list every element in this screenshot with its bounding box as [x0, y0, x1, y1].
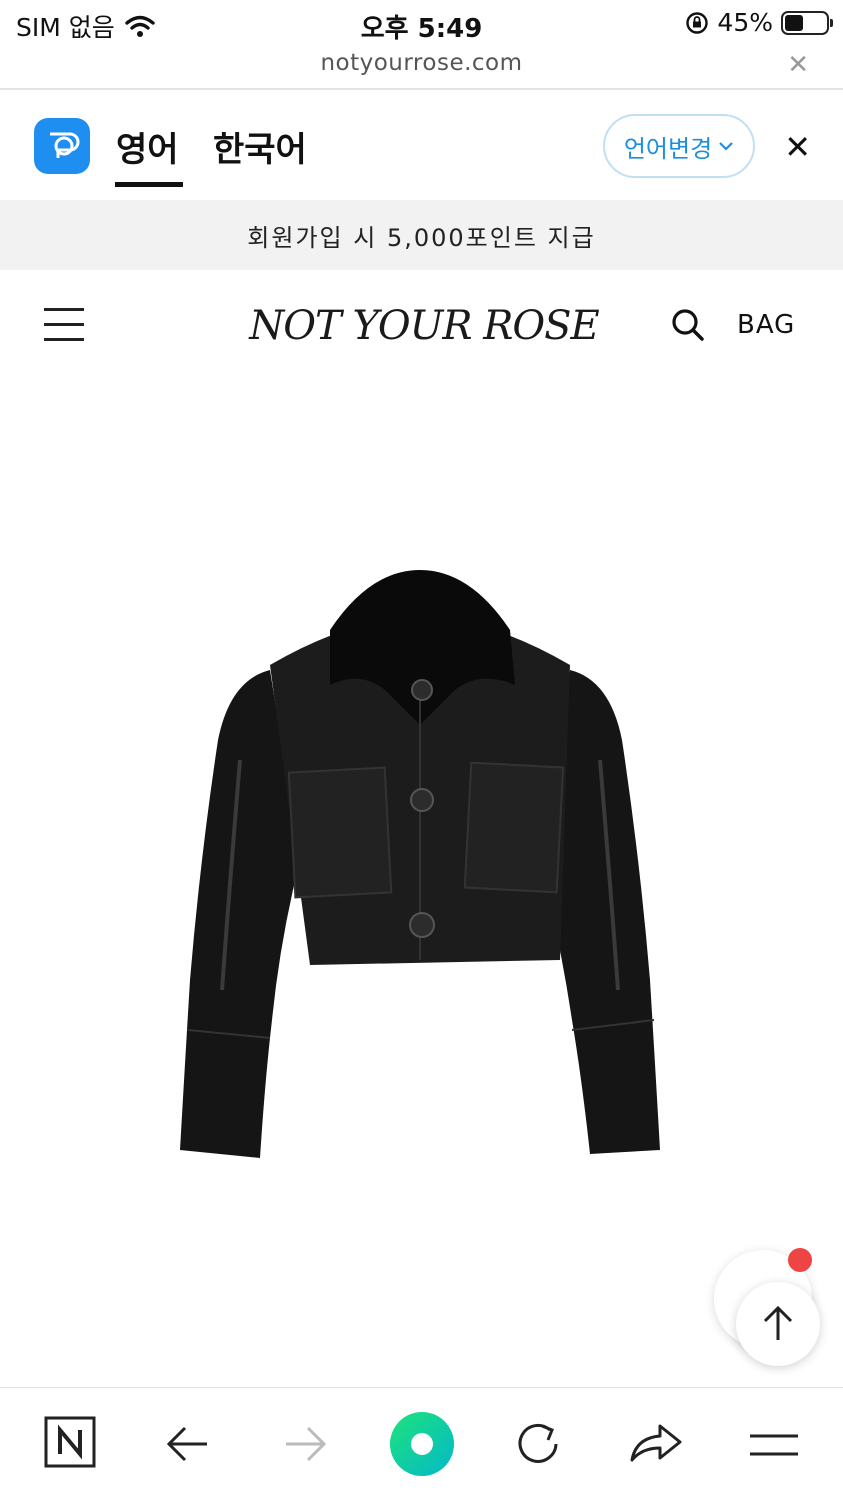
- share-icon[interactable]: [628, 1420, 684, 1464]
- promo-banner[interactable]: 회원가입 시 5,000포인트 지급: [0, 200, 843, 270]
- arrow-right-icon[interactable]: [282, 1424, 328, 1464]
- hamburger-icon[interactable]: [44, 308, 84, 342]
- reload-icon[interactable]: [512, 1418, 564, 1470]
- search-icon[interactable]: [671, 308, 705, 342]
- url-close-icon[interactable]: ✕: [787, 50, 809, 80]
- arrow-left-icon[interactable]: [165, 1424, 211, 1464]
- green-dot-icon[interactable]: [388, 1410, 456, 1478]
- site-logo[interactable]: NOT YOUR ROSE: [246, 296, 602, 356]
- scroll-top-button[interactable]: [736, 1282, 820, 1366]
- translate-bar: 영어 한국어 언어변경 ✕: [0, 92, 843, 200]
- product-image-jacket[interactable]: [160, 560, 680, 1180]
- chevron-down-icon: [719, 142, 733, 151]
- browser-toolbar: [0, 1387, 843, 1500]
- arrow-up-icon: [763, 1305, 793, 1340]
- status-bar: SIM 없음 오후 5:49 45%: [0, 0, 843, 48]
- rotation-lock-icon: [686, 11, 709, 34]
- notification-badge: [788, 1248, 812, 1272]
- change-language-button[interactable]: 언어변경: [603, 114, 755, 178]
- bag-link[interactable]: BAG: [737, 310, 795, 340]
- tab-korean[interactable]: 한국어: [213, 122, 307, 171]
- close-translate-icon[interactable]: ✕: [784, 128, 811, 166]
- site-header: NOT YOUR ROSE BAG: [0, 270, 843, 382]
- url-bar: notyourrose.com ✕: [0, 48, 843, 90]
- battery-icon: [781, 10, 833, 35]
- url-text[interactable]: notyourrose.com: [0, 50, 843, 76]
- battery-percent: 45%: [717, 8, 773, 37]
- change-language-label: 언어변경: [623, 134, 713, 163]
- naver-home-icon[interactable]: [44, 1416, 96, 1468]
- active-tab-indicator: [115, 182, 183, 187]
- status-right: 45%: [685, 8, 833, 37]
- promo-text: 회원가입 시 5,000포인트 지급: [247, 223, 596, 252]
- menu-icon[interactable]: [748, 1430, 800, 1460]
- translate-app-icon: [34, 118, 90, 174]
- battery-fill: [785, 14, 803, 31]
- tab-english[interactable]: 영어: [116, 122, 179, 171]
